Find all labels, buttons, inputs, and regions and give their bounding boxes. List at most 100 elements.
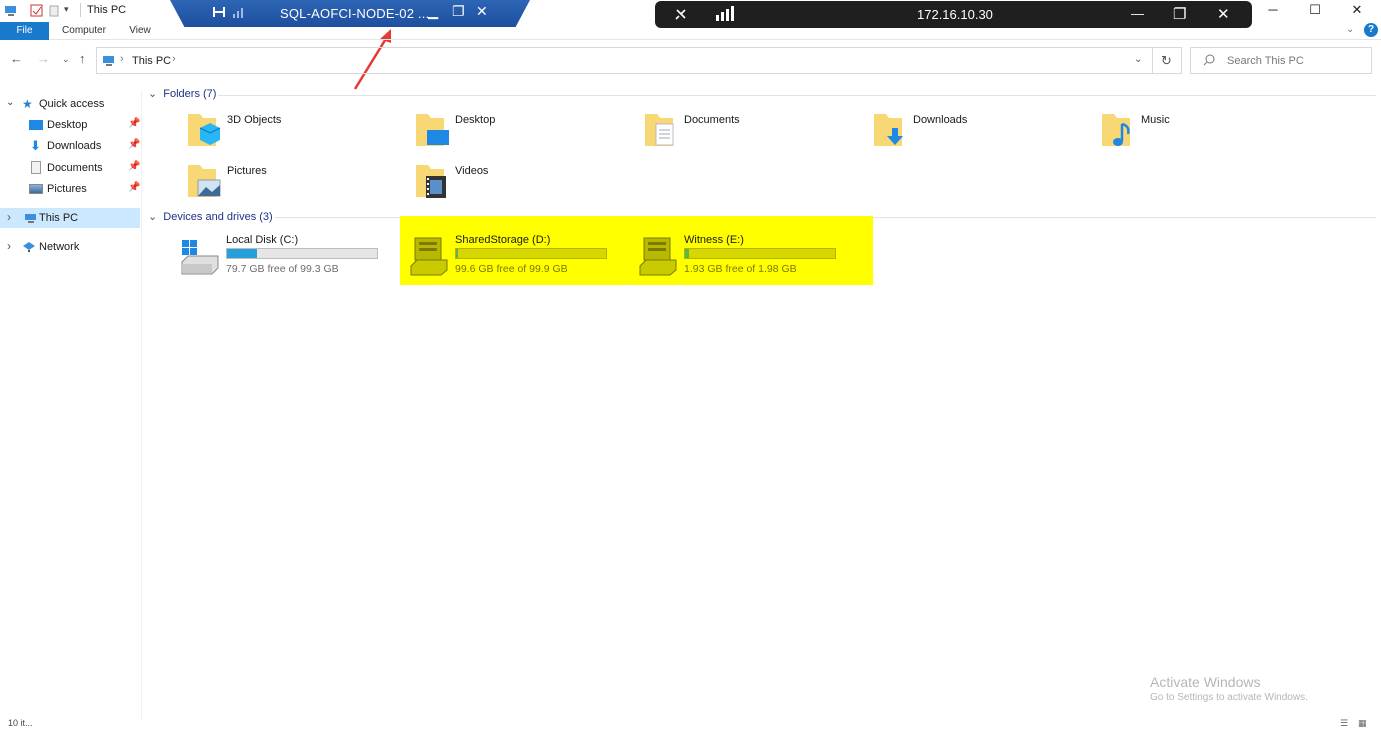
drive-free-space: 99.6 GB free of 99.9 GB	[455, 263, 568, 275]
forward-icon[interactable]: →	[37, 51, 50, 66]
refresh-icon[interactable]: ↻	[1161, 53, 1172, 69]
drive-free-space: 79.7 GB free of 99.3 GB	[226, 263, 339, 275]
up-icon[interactable]: ↑	[79, 51, 86, 66]
document-icon	[31, 161, 41, 174]
capacity-bar	[684, 248, 836, 259]
address-dropdown-icon[interactable]: ⌄	[1134, 54, 1142, 65]
chevron-right-icon[interactable]: ›	[7, 210, 11, 224]
pin-icon[interactable]	[212, 5, 226, 22]
minimize-button[interactable]: ─	[1252, 0, 1294, 22]
chevron-down-icon[interactable]: ⌄	[148, 211, 157, 223]
sidebar-item-label: Quick access	[39, 98, 105, 110]
chevron-right-icon[interactable]: ›	[7, 239, 11, 253]
drive-name: SharedStorage (D:)	[455, 234, 551, 246]
properties-icon[interactable]	[30, 4, 43, 17]
capacity-fill	[456, 249, 458, 258]
folder-pictures[interactable]: Pictures	[186, 161, 386, 205]
folder-documents[interactable]: Documents	[643, 110, 843, 154]
chevron-right-icon[interactable]: ›	[120, 53, 124, 65]
folder-label: Documents	[684, 114, 740, 126]
this-pc-icon	[102, 55, 115, 70]
folder-3d-objects[interactable]: 3D Objects	[186, 110, 386, 154]
rdp-restore-button[interactable]: ❐	[452, 3, 465, 20]
close-button[interactable]: ✕	[1336, 0, 1378, 22]
maximize-button[interactable]: ☐	[1294, 0, 1336, 22]
drive-free-space: 1.93 GB free of 1.98 GB	[684, 263, 797, 275]
pin-icon[interactable]: 📌	[128, 139, 140, 150]
pin-icon[interactable]: 📌	[128, 118, 140, 129]
watermark-title: Activate Windows	[1150, 674, 1261, 690]
folder-label: Pictures	[227, 165, 267, 177]
group-label: Devices and drives (3)	[163, 211, 273, 223]
group-label: Folders (7)	[163, 88, 217, 100]
new-folder-icon[interactable]	[48, 4, 61, 17]
capacity-bar	[455, 248, 607, 259]
folder-label: Desktop	[455, 114, 496, 126]
sidebar-item-documents[interactable]: Documents 📌	[0, 158, 140, 178]
folder-videos[interactable]: Videos	[414, 161, 614, 205]
sidebar-item-downloads[interactable]: ⬇ Downloads 📌	[0, 136, 140, 156]
recent-locations-icon[interactable]: ⌄	[62, 54, 70, 65]
sidebar-item-quick-access[interactable]: ⌄ ★ Quick access	[0, 94, 140, 114]
customize-toolbar-icon[interactable]: ▾	[64, 4, 77, 17]
chevron-down-icon[interactable]: ⌄	[6, 97, 14, 108]
details-view-icon[interactable]: ☰	[1340, 718, 1348, 729]
videos-folder-icon	[416, 165, 446, 198]
folder-label: Videos	[455, 165, 489, 177]
expand-ribbon-icon[interactable]: ⌄	[1346, 24, 1354, 35]
drive-name: Witness (E:)	[684, 234, 744, 246]
music-folder-icon	[1102, 114, 1130, 146]
breadcrumb[interactable]: This PC	[132, 55, 171, 67]
divider	[218, 95, 1376, 96]
this-pc-icon	[24, 213, 37, 227]
tab-computer[interactable]: Computer	[56, 22, 112, 40]
conn-minimize-button[interactable]: —	[1131, 6, 1144, 21]
drive-d[interactable]: SharedStorage (D:) 99.6 GB free of 99.9 …	[409, 232, 619, 282]
tab-file[interactable]: File	[0, 22, 49, 40]
back-icon[interactable]: ←	[10, 51, 23, 66]
group-header-folders[interactable]: ⌄ Folders (7)	[148, 87, 216, 103]
this-pc-icon	[4, 4, 17, 17]
folder-desktop[interactable]: Desktop	[414, 110, 614, 154]
chevron-down-icon[interactable]: ⌄	[148, 88, 157, 100]
tab-view[interactable]: View	[124, 22, 156, 40]
group-header-drives[interactable]: ⌄ Devices and drives (3)	[148, 210, 273, 226]
conn-restore-button[interactable]: ❐	[1173, 5, 1186, 23]
drive-e[interactable]: Witness (E:) 1.93 GB free of 1.98 GB	[638, 232, 848, 282]
capacity-bar	[226, 248, 378, 259]
pin-icon[interactable]: 📌	[128, 182, 140, 193]
pin-icon[interactable]: 📌	[128, 161, 140, 172]
sidebar-item-desktop[interactable]: Desktop 📌	[0, 115, 140, 135]
network-drive-icon	[410, 237, 448, 276]
rdp-close-button[interactable]: ✕	[476, 3, 488, 20]
capacity-fill	[685, 249, 689, 258]
drive-c[interactable]: Local Disk (C:) 79.7 GB free of 99.3 GB	[180, 232, 390, 282]
search-input[interactable]: Search This PC	[1190, 47, 1372, 74]
sidebar-item-label: This PC	[39, 212, 79, 224]
connection-ip: 172.16.10.30	[917, 7, 993, 22]
watermark-subtitle: Go to Settings to activate Windows.	[1150, 692, 1308, 703]
conn-close-button[interactable]: ✕	[1217, 5, 1230, 23]
download-arrow-icon: ⬇	[30, 138, 41, 153]
chevron-right-icon[interactable]: ›	[172, 53, 176, 65]
folder-label: Music	[1141, 114, 1170, 126]
sidebar-item-this-pc[interactable]: › This PC	[0, 208, 140, 228]
folder-downloads[interactable]: Downloads	[872, 110, 1072, 154]
navigation-pane: ⌄ ★ Quick access Desktop 📌 ⬇ Downloads 📌…	[0, 90, 142, 720]
sidebar-item-network[interactable]: › Network	[0, 237, 140, 257]
windows-drive-icon	[181, 240, 219, 275]
network-icon	[22, 241, 36, 256]
rdp-minimize-button[interactable]: ▁	[428, 4, 438, 20]
drive-name: Local Disk (C:)	[226, 234, 299, 246]
address-bar[interactable]: › This PC › ⌄ ↻	[96, 47, 1182, 74]
downloads-folder-icon	[874, 114, 903, 146]
folder-music[interactable]: Music	[1100, 110, 1300, 154]
capacity-fill	[227, 249, 257, 258]
large-icons-view-icon[interactable]: ▦	[1358, 718, 1367, 729]
folder-label: Downloads	[913, 114, 968, 126]
help-icon[interactable]: ?	[1364, 23, 1378, 37]
sidebar-item-pictures[interactable]: Pictures 📌	[0, 179, 140, 199]
desktop-folder-icon	[416, 114, 449, 146]
search-placeholder: Search This PC	[1227, 55, 1304, 67]
divider	[1152, 48, 1153, 73]
